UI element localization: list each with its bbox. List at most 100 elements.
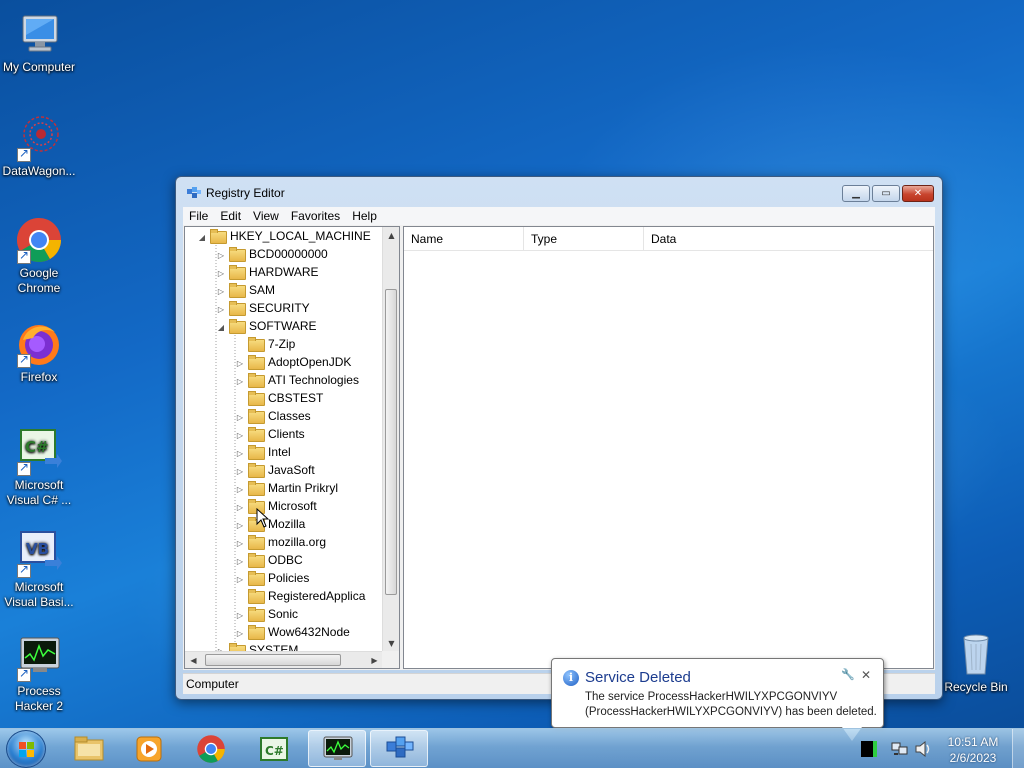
menu-favorites[interactable]: Favorites	[285, 209, 346, 223]
settings-icon[interactable]: 🔧	[841, 668, 855, 682]
shortcut-arrow-icon	[17, 146, 31, 162]
show-desktop-button[interactable]	[1012, 729, 1024, 768]
notification-close-button[interactable]: ✕	[859, 668, 873, 682]
desktop-icon-visual-basic[interactable]: VB Microsoft Visual Basi...	[0, 530, 78, 610]
tree-node-cbstest[interactable]: CBSTEST	[235, 389, 323, 407]
tree-node-security[interactable]: ▷ SECURITY	[216, 299, 310, 317]
desktop-icon-label: Firefox	[20, 370, 58, 384]
desktop-icon-label: Microsoft Visual Basi...	[4, 580, 74, 609]
notification-balloon[interactable]: i Service Deleted 🔧 ✕ The service Proces…	[551, 658, 884, 741]
clock-time: 10:51 AM	[947, 735, 999, 749]
tree-node-sonic[interactable]: ▷ Sonic	[235, 605, 298, 623]
scroll-left-arrow-icon[interactable]: ◀	[185, 652, 202, 668]
tree-node-intel[interactable]: ▷ Intel	[235, 443, 291, 461]
tree-node-label: 7-Zip	[268, 337, 296, 351]
svg-text:C#: C#	[265, 744, 284, 758]
tree-node-classes[interactable]: ▷ Classes	[235, 407, 311, 425]
menu-edit[interactable]: Edit	[214, 209, 247, 223]
values-list[interactable]: Name Type Data	[403, 226, 934, 669]
desktop-icon-google-chrome[interactable]: Google Chrome	[0, 216, 78, 296]
close-button[interactable]: ✕	[902, 185, 934, 202]
system-clock[interactable]: 10:51 AM 2/6/2023	[938, 734, 1008, 766]
start-button[interactable]	[6, 730, 46, 768]
menu-bar: File Edit View Favorites Help	[183, 207, 935, 225]
menu-file[interactable]: File	[183, 209, 214, 223]
menu-help[interactable]: Help	[346, 209, 383, 223]
registry-editor-window[interactable]: Registry Editor ▁ ▭ ✕ File Edit View Fav…	[175, 176, 943, 700]
desktop-icon-label: DataWagon...	[2, 164, 76, 178]
network-icon[interactable]	[891, 741, 908, 757]
media-player-icon	[136, 736, 162, 762]
svg-text:VB: VB	[26, 540, 49, 558]
desktop-icon-label: Recycle Bin	[944, 680, 1008, 694]
tree-node-bcd00000000[interactable]: ▷ BCD00000000	[216, 245, 328, 263]
maximize-button[interactable]: ▭	[872, 185, 900, 202]
tree-node-sam[interactable]: ▷ SAM	[216, 281, 275, 299]
title-bar[interactable]: Registry Editor ▁ ▭ ✕	[176, 177, 942, 207]
tree-node-label: HARDWARE	[249, 265, 319, 279]
tree-node-adoptopenjdk[interactable]: ▷ AdoptOpenJDK	[235, 353, 351, 371]
tree-node-clients[interactable]: ▷ Clients	[235, 425, 305, 443]
tree-node-odbc[interactable]: ▷ ODBC	[235, 551, 303, 569]
tree-node-label: Intel	[268, 445, 291, 459]
tree-node-mozilla-org[interactable]: ▷ mozilla.org	[235, 533, 326, 551]
column-header-name[interactable]: Name	[404, 227, 524, 251]
regedit-icon	[186, 186, 202, 200]
menu-view[interactable]: View	[247, 209, 285, 223]
tree-node-microsoft[interactable]: ▷ Microsoft	[235, 497, 317, 515]
tree-node-7-zip[interactable]: 7-Zip	[235, 335, 295, 353]
tree-node-software[interactable]: ◢ SOFTWARE	[216, 317, 317, 335]
tray-process-hacker-icon[interactable]	[861, 741, 877, 757]
desktop-icon-firefox[interactable]: Firefox	[0, 320, 78, 385]
desktop-icon-datawagon[interactable]: DataWagon...	[0, 114, 78, 179]
tree-node-javasoft[interactable]: ▷ JavaSoft	[235, 461, 315, 479]
tree-node-hardware[interactable]: ▷ HARDWARE	[216, 263, 319, 281]
desktop-icon-visual-csharp[interactable]: C# Microsoft Visual C# ...	[0, 428, 78, 508]
tree-node-registeredapplica[interactable]: RegisteredApplica	[235, 587, 365, 605]
folder-icon	[248, 373, 265, 388]
folder-icon	[248, 463, 265, 478]
tree-vertical-scrollbar[interactable]: ▲ ▼	[382, 227, 399, 652]
scroll-thumb[interactable]	[205, 654, 341, 666]
collapse-arrow-icon[interactable]: ◢	[197, 229, 207, 247]
scroll-up-arrow-icon[interactable]: ▲	[383, 227, 399, 244]
folder-icon	[248, 445, 265, 460]
taskbar-visual-csharp[interactable]: C#	[245, 730, 303, 767]
regedit-icon	[386, 736, 414, 758]
registry-tree[interactable]: ◢ HKEY_LOCAL_MACHINE ▷ BCD00000000 ▷ HARDWARE…	[184, 226, 400, 669]
tree-node-wow6432node[interactable]: ▷ Wow6432Node	[235, 623, 350, 641]
desktop-icon-process-hacker[interactable]: Process Hacker 2	[0, 634, 78, 714]
tree-horizontal-scrollbar[interactable]: ◀ ▶	[185, 651, 383, 668]
folder-icon	[248, 589, 265, 604]
visual-csharp-icon: C#	[15, 428, 63, 476]
shortcut-arrow-icon	[17, 248, 31, 264]
tree-node-label: JavaSoft	[268, 463, 315, 477]
desktop-icon-label: My Computer	[2, 60, 76, 74]
tree-node-hklm[interactable]: ◢ HKEY_LOCAL_MACHINE	[197, 227, 371, 245]
notification-title: Service Deleted	[585, 669, 691, 686]
scroll-down-arrow-icon[interactable]: ▼	[383, 635, 399, 652]
desktop-icon-recycle-bin[interactable]: Recycle Bin	[937, 630, 1015, 695]
collapse-arrow-icon[interactable]: ◢	[216, 319, 226, 337]
tree-node-martin-prikryl[interactable]: ▷ Martin Prikryl	[235, 479, 338, 497]
volume-icon[interactable]	[915, 740, 931, 758]
taskbar-registry-editor[interactable]	[370, 730, 428, 767]
desktop-icon-my-computer[interactable]: My Computer	[0, 10, 78, 75]
taskbar-process-hacker[interactable]	[308, 730, 366, 767]
scroll-thumb[interactable]	[385, 289, 397, 595]
tree-node-label: Wow6432Node	[268, 625, 350, 639]
column-header-type[interactable]: Type	[524, 227, 644, 251]
taskbar-explorer[interactable]	[60, 730, 118, 767]
taskbar-media-player[interactable]	[120, 730, 178, 767]
minimize-button[interactable]: ▁	[842, 185, 870, 202]
tree-node-label: Mozilla	[268, 517, 306, 531]
shortcut-arrow-icon	[17, 562, 31, 578]
folder-explorer-icon	[74, 736, 104, 761]
tree-list: ◢ HKEY_LOCAL_MACHINE ▷ BCD00000000 ▷ HARDWARE…	[185, 227, 383, 652]
column-header-data[interactable]: Data	[644, 227, 804, 251]
tree-node-ati-technologies[interactable]: ▷ ATI Technologies	[235, 371, 359, 389]
scroll-right-arrow-icon[interactable]: ▶	[366, 652, 383, 668]
tree-node-policies[interactable]: ▷ Policies	[235, 569, 309, 587]
tree-node-mozilla[interactable]: ▷ Mozilla	[235, 515, 305, 533]
taskbar-chrome[interactable]	[182, 730, 240, 767]
